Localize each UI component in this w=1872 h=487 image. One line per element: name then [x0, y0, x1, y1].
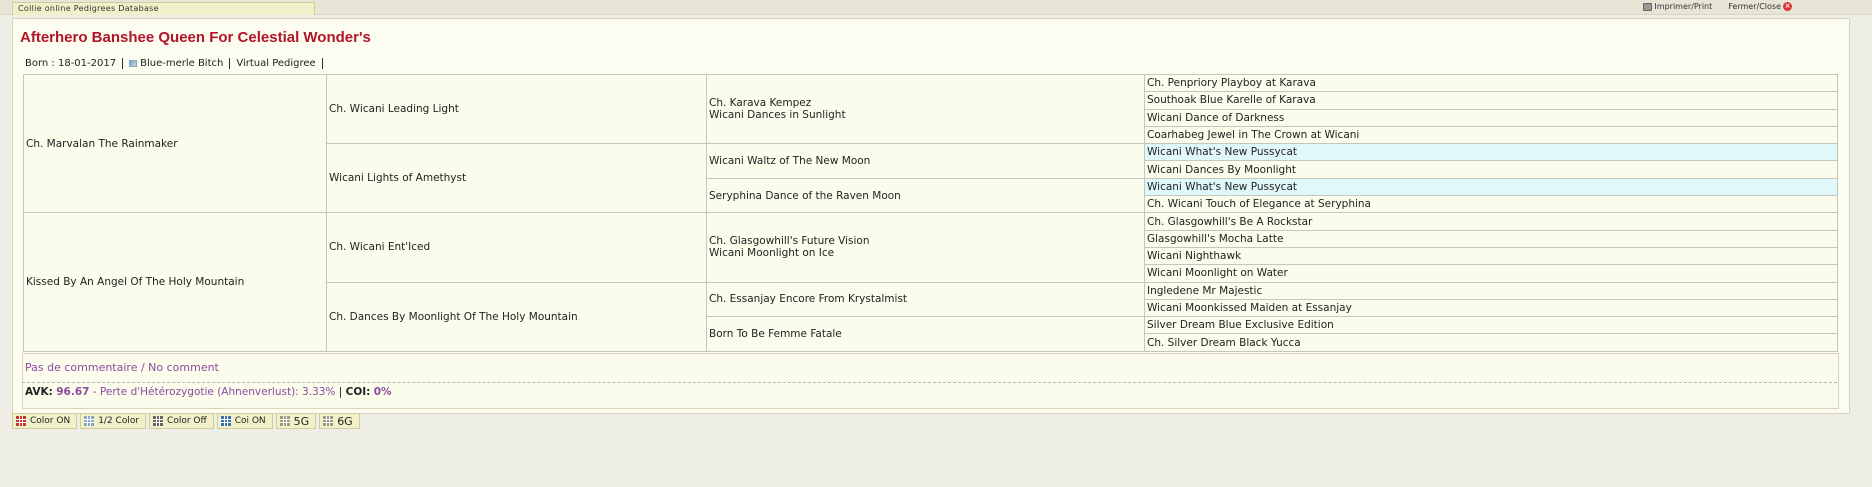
dog-color: Blue-merle Bitch: [129, 58, 231, 69]
pedigree-cell-g3[interactable]: Seryphina Dance of the Raven Moon: [706, 177, 1145, 214]
half-color-button[interactable]: 1/2 Color: [80, 413, 147, 429]
pedigree-cell-g3[interactable]: Ch. Glasgowhill's Future Vision: [709, 235, 1142, 247]
coi-label: COI:: [345, 386, 371, 398]
pedigree-cell-g4[interactable]: Wicani Moonlight on Water: [1144, 264, 1838, 283]
loss-label: - Perte d'Hétérozygotie (Ahnenverlust):: [92, 386, 299, 398]
top-links: Imprimer/Print Fermer/Close ×: [1643, 2, 1792, 11]
virtual-pedigree-link[interactable]: Virtual Pedigree: [236, 58, 323, 69]
pedigree-cell-g4[interactable]: Ch. Glasgowhill's Be A Rockstar: [1144, 212, 1838, 231]
pedigree-cell-g4[interactable]: Wicani Nighthawk: [1144, 246, 1838, 266]
pedigree-cell-g4[interactable]: Glasgowhill's Mocha Latte: [1144, 229, 1838, 248]
pedigree-cell-g3[interactable]: Wicani Moonlight on Ice: [709, 247, 1142, 259]
pedigree-cell-g1[interactable]: Kissed By An Angel Of The Holy Mountain: [23, 212, 327, 352]
pedigree-cell-g3-pair: Ch. Karava Kempez Wicani Dances in Sunli…: [706, 73, 1145, 145]
pedigree-cell-g3[interactable]: Born To Be Femme Fatale: [706, 316, 1145, 352]
pedigree-cell-g2[interactable]: Ch. Wicani Ent'Iced: [326, 212, 707, 283]
pedigree-cell-g3[interactable]: Ch. Karava Kempez: [709, 97, 1142, 109]
coi-value: 0%: [373, 386, 392, 398]
gen5-button[interactable]: 5G: [275, 413, 317, 429]
dog-color-label: Blue-merle Bitch: [140, 58, 224, 69]
print-link[interactable]: Imprimer/Print: [1643, 2, 1712, 11]
gen6-button[interactable]: 6G: [319, 413, 360, 429]
comment-box: [22, 353, 1839, 409]
print-link-label: Imprimer/Print: [1654, 2, 1713, 11]
close-icon: ×: [1783, 2, 1792, 11]
pedigree-cell-g4[interactable]: Wicani Dances By Moonlight: [1144, 160, 1838, 179]
grid-icon: [323, 416, 334, 426]
pedigree-cell-g4[interactable]: Wicani Dance of Darkness: [1144, 108, 1838, 127]
pedigree-cell-g4[interactable]: Silver Dream Blue Exclusive Edition: [1144, 316, 1838, 335]
grid-icon: [153, 416, 164, 426]
grid-icon: [220, 416, 231, 426]
pedigree-cell-g2[interactable]: Ch. Dances By Moonlight Of The Holy Moun…: [326, 281, 707, 352]
top-bar: Collie online Pedigrees Database Imprime…: [0, 0, 1872, 15]
pedigree-cell-g4[interactable]: Ch. Silver Dream Black Yucca: [1144, 333, 1838, 352]
grid-icon: [279, 416, 290, 426]
dog-info-row: Born : 18-01-2017 Blue-merle Bitch Virtu…: [25, 58, 329, 69]
coi-on-label: Coi ON: [234, 416, 266, 426]
pedigree-cell-g4[interactable]: Wicani What's New Pussycat: [1144, 143, 1838, 162]
pedigree-cell-g4[interactable]: Ch. Wicani Touch of Elegance at Seryphin…: [1144, 195, 1838, 214]
stats-divider: |: [338, 386, 343, 398]
avk-value: 96.67: [56, 386, 90, 398]
birth-date: Born : 18-01-2017: [25, 58, 124, 69]
color-on-button[interactable]: Color ON: [12, 413, 78, 429]
pedigree-cell-g4[interactable]: Southoak Blue Karelle of Karava: [1144, 91, 1838, 110]
half-color-label: 1/2 Color: [98, 416, 140, 426]
pedigree-cell-g3[interactable]: Wicani Waltz of The New Moon: [706, 143, 1145, 179]
comment-separator: [22, 382, 1837, 383]
pedigree-cell-g3-pair: Ch. Glasgowhill's Future Vision Wicani M…: [706, 212, 1145, 283]
printer-icon: [1643, 2, 1653, 11]
coi-on-button[interactable]: Coi ON: [216, 413, 273, 429]
grid-icon: [16, 416, 26, 426]
gen5-label: 5G: [293, 414, 310, 428]
stats-line: AVK: 96.67 - Perte d'Hétérozygotie (Ahne…: [25, 386, 392, 398]
avk-label: AVK:: [25, 386, 53, 398]
color-off-label: Color Off: [167, 416, 207, 426]
pedigree-cell-g4[interactable]: Wicani What's New Pussycat: [1144, 177, 1838, 197]
view-toolbar: Color ON 1/2 Color Color Off Coi ON 5G 6…: [12, 413, 360, 429]
pedigree-table: Ch. Marvalan The Rainmaker Ch. Wicani Le…: [23, 73, 1838, 352]
loss-value: 3.33%: [302, 386, 336, 398]
pedigree-cell-g2[interactable]: Ch. Wicani Leading Light: [326, 73, 707, 145]
grid-icon: [84, 416, 95, 426]
color-swatch-icon: [129, 60, 138, 67]
pedigree-cell-g1[interactable]: Ch. Marvalan The Rainmaker: [23, 73, 327, 214]
pedigree-cell-g4[interactable]: Wicani Moonkissed Maiden at Essanjay: [1144, 298, 1838, 318]
pedigree-cell-g4[interactable]: Ch. Penpriory Playboy at Karava: [1144, 73, 1838, 93]
color-on-label: Color ON: [30, 416, 71, 426]
color-off-button[interactable]: Color Off: [149, 413, 214, 429]
pedigree-cell-g2[interactable]: Wicani Lights of Amethyst: [326, 143, 707, 214]
app-title-tab: Collie online Pedigrees Database: [12, 2, 315, 15]
comment-text: Pas de commentaire / No comment: [25, 361, 219, 374]
close-link[interactable]: Fermer/Close ×: [1728, 2, 1792, 11]
pedigree-cell-g3[interactable]: Wicani Dances in Sunlight: [709, 109, 1142, 121]
close-link-label: Fermer/Close: [1728, 2, 1781, 11]
pedigree-cell-g4[interactable]: Ingledene Mr Majestic: [1144, 281, 1838, 300]
pedigree-cell-g3[interactable]: Ch. Essanjay Encore From Krystalmist: [706, 281, 1145, 318]
page-title: Afterhero Banshee Queen For Celestial Wo…: [20, 29, 371, 46]
gen6-label: 6G: [337, 414, 353, 428]
pedigree-cell-g4[interactable]: Coarhabeg Jewel in The Crown at Wicani: [1144, 125, 1838, 145]
